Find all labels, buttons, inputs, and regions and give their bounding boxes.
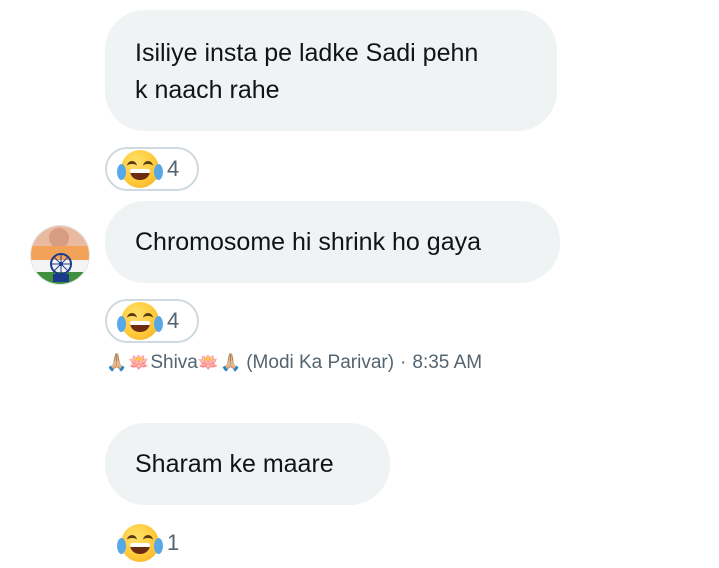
reaction-count: 1 — [167, 530, 180, 555]
tears-of-joy-emoji-icon — [117, 302, 163, 340]
message-text: Sharam ke maare — [135, 449, 334, 478]
reaction-chip[interactable]: 4 — [105, 299, 199, 343]
folded-hands-icon: 🙏🏼 — [106, 353, 128, 372]
separator: · — [400, 352, 407, 373]
tears-of-joy-emoji-icon — [117, 150, 163, 188]
avatar[interactable] — [30, 225, 90, 285]
timestamp: 8:35 AM — [412, 352, 483, 373]
message-text-line: Isiliye insta pe ladke Sadi pehn — [135, 38, 479, 67]
reaction-chip[interactable]: 4 — [105, 147, 199, 191]
message-bubble[interactable]: Isiliye insta pe ladke Sadi pehn k naach… — [105, 10, 557, 131]
message-text: Isiliye insta pe ladke Sadi pehn k naach… — [135, 35, 478, 109]
sender-affiliation: (Modi Ka Parivar) — [246, 352, 395, 373]
message-bubble[interactable]: Chromosome hi shrink ho gaya — [105, 201, 560, 283]
lotus-icon: 🪷 — [128, 353, 150, 372]
sender-name[interactable]: Shiva — [150, 352, 198, 374]
reaction-count: 4 — [167, 308, 180, 333]
sender-meta: 🙏🏼 🪷 Shiva 🪷 🙏🏼 (Modi Ka Parivar) · 8:35… — [106, 352, 482, 374]
reaction-count: 4 — [167, 156, 180, 181]
lotus-icon: 🪷 — [197, 353, 220, 372]
reaction-chip[interactable]: 1 — [105, 521, 195, 565]
message-bubble[interactable]: Sharam ke maare — [105, 423, 390, 505]
message-text: Chromosome hi shrink ho gaya — [135, 227, 481, 256]
folded-hands-icon: 🙏🏼 — [220, 353, 242, 372]
message-text-line: k naach rahe — [135, 75, 280, 104]
tears-of-joy-emoji-icon — [117, 524, 163, 562]
